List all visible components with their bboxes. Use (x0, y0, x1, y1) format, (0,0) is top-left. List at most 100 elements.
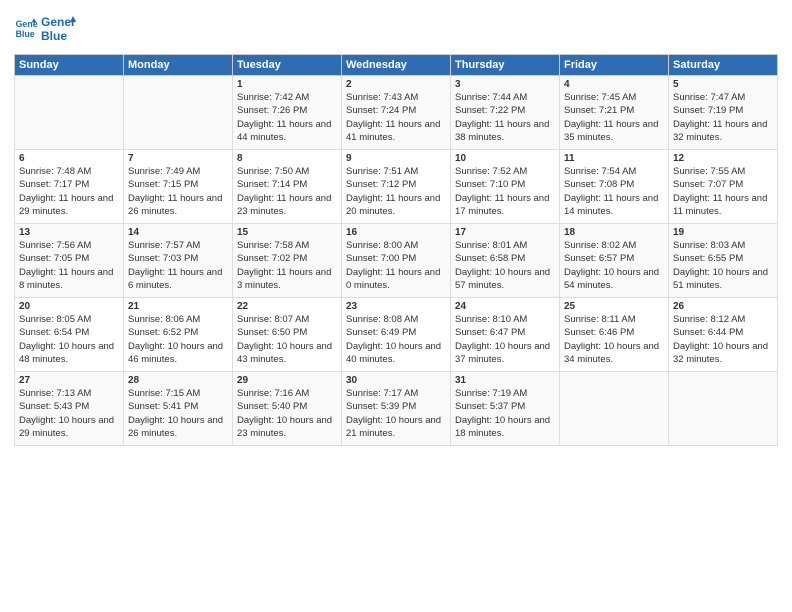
day-info: Sunrise: 8:06 AMSunset: 6:52 PMDaylight:… (128, 313, 228, 366)
day-number: 27 (19, 375, 119, 386)
calendar-cell: 13Sunrise: 7:56 AMSunset: 7:05 PMDayligh… (15, 224, 124, 298)
calendar-week-row: 1Sunrise: 7:42 AMSunset: 7:26 PMDaylight… (15, 76, 778, 150)
day-info: Sunrise: 8:10 AMSunset: 6:47 PMDaylight:… (455, 313, 555, 366)
day-info: Sunrise: 7:42 AMSunset: 7:26 PMDaylight:… (237, 91, 337, 144)
day-info: Sunrise: 7:45 AMSunset: 7:21 PMDaylight:… (564, 91, 664, 144)
calendar-cell: 25Sunrise: 8:11 AMSunset: 6:46 PMDayligh… (560, 298, 669, 372)
page: General Blue General Blue SundayMonday (0, 0, 792, 612)
day-number: 28 (128, 375, 228, 386)
calendar-cell: 26Sunrise: 8:12 AMSunset: 6:44 PMDayligh… (669, 298, 778, 372)
day-number: 4 (564, 79, 664, 90)
day-info: Sunrise: 7:15 AMSunset: 5:41 PMDaylight:… (128, 387, 228, 440)
calendar-cell: 1Sunrise: 7:42 AMSunset: 7:26 PMDaylight… (233, 76, 342, 150)
day-number: 31 (455, 375, 555, 386)
day-number: 29 (237, 375, 337, 386)
calendar-week-row: 13Sunrise: 7:56 AMSunset: 7:05 PMDayligh… (15, 224, 778, 298)
day-info: Sunrise: 7:55 AMSunset: 7:07 PMDaylight:… (673, 165, 773, 218)
day-number: 30 (346, 375, 446, 386)
day-info: Sunrise: 7:52 AMSunset: 7:10 PMDaylight:… (455, 165, 555, 218)
day-info: Sunrise: 7:58 AMSunset: 7:02 PMDaylight:… (237, 239, 337, 292)
day-info: Sunrise: 8:02 AMSunset: 6:57 PMDaylight:… (564, 239, 664, 292)
day-info: Sunrise: 7:43 AMSunset: 7:24 PMDaylight:… (346, 91, 446, 144)
day-number: 3 (455, 79, 555, 90)
day-number: 11 (564, 153, 664, 164)
day-info: Sunrise: 7:47 AMSunset: 7:19 PMDaylight:… (673, 91, 773, 144)
logo: General Blue General Blue (14, 10, 76, 46)
day-info: Sunrise: 8:07 AMSunset: 6:50 PMDaylight:… (237, 313, 337, 366)
day-header: Thursday (451, 55, 560, 76)
day-number: 9 (346, 153, 446, 164)
day-header: Sunday (15, 55, 124, 76)
day-number: 12 (673, 153, 773, 164)
calendar-cell: 5Sunrise: 7:47 AMSunset: 7:19 PMDaylight… (669, 76, 778, 150)
day-info: Sunrise: 7:50 AMSunset: 7:14 PMDaylight:… (237, 165, 337, 218)
day-info: Sunrise: 8:11 AMSunset: 6:46 PMDaylight:… (564, 313, 664, 366)
day-number: 15 (237, 227, 337, 238)
day-info: Sunrise: 8:12 AMSunset: 6:44 PMDaylight:… (673, 313, 773, 366)
calendar-week-row: 20Sunrise: 8:05 AMSunset: 6:54 PMDayligh… (15, 298, 778, 372)
day-info: Sunrise: 7:49 AMSunset: 7:15 PMDaylight:… (128, 165, 228, 218)
calendar-cell: 17Sunrise: 8:01 AMSunset: 6:58 PMDayligh… (451, 224, 560, 298)
day-info: Sunrise: 8:05 AMSunset: 6:54 PMDaylight:… (19, 313, 119, 366)
day-header: Monday (124, 55, 233, 76)
day-info: Sunrise: 7:17 AMSunset: 5:39 PMDaylight:… (346, 387, 446, 440)
calendar-cell (669, 372, 778, 446)
calendar-cell: 9Sunrise: 7:51 AMSunset: 7:12 PMDaylight… (342, 150, 451, 224)
calendar-cell: 14Sunrise: 7:57 AMSunset: 7:03 PMDayligh… (124, 224, 233, 298)
calendar-cell: 18Sunrise: 8:02 AMSunset: 6:57 PMDayligh… (560, 224, 669, 298)
day-info: Sunrise: 7:57 AMSunset: 7:03 PMDaylight:… (128, 239, 228, 292)
day-number: 8 (237, 153, 337, 164)
day-number: 1 (237, 79, 337, 90)
calendar-cell: 7Sunrise: 7:49 AMSunset: 7:15 PMDaylight… (124, 150, 233, 224)
day-info: Sunrise: 7:19 AMSunset: 5:37 PMDaylight:… (455, 387, 555, 440)
svg-text:Blue: Blue (41, 29, 67, 43)
day-number: 19 (673, 227, 773, 238)
calendar-cell: 16Sunrise: 8:00 AMSunset: 7:00 PMDayligh… (342, 224, 451, 298)
calendar-cell: 6Sunrise: 7:48 AMSunset: 7:17 PMDaylight… (15, 150, 124, 224)
day-info: Sunrise: 8:08 AMSunset: 6:49 PMDaylight:… (346, 313, 446, 366)
calendar-cell: 21Sunrise: 8:06 AMSunset: 6:52 PMDayligh… (124, 298, 233, 372)
calendar-cell: 30Sunrise: 7:17 AMSunset: 5:39 PMDayligh… (342, 372, 451, 446)
day-info: Sunrise: 7:51 AMSunset: 7:12 PMDaylight:… (346, 165, 446, 218)
calendar-cell: 28Sunrise: 7:15 AMSunset: 5:41 PMDayligh… (124, 372, 233, 446)
day-header: Saturday (669, 55, 778, 76)
day-number: 14 (128, 227, 228, 238)
day-info: Sunrise: 7:48 AMSunset: 7:17 PMDaylight:… (19, 165, 119, 218)
calendar-cell: 27Sunrise: 7:13 AMSunset: 5:43 PMDayligh… (15, 372, 124, 446)
calendar-table: SundayMondayTuesdayWednesdayThursdayFrid… (14, 54, 778, 446)
day-info: Sunrise: 8:03 AMSunset: 6:55 PMDaylight:… (673, 239, 773, 292)
day-header: Friday (560, 55, 669, 76)
day-number: 16 (346, 227, 446, 238)
svg-text:Blue: Blue (16, 29, 35, 39)
calendar-cell (560, 372, 669, 446)
calendar-cell: 23Sunrise: 8:08 AMSunset: 6:49 PMDayligh… (342, 298, 451, 372)
day-number: 17 (455, 227, 555, 238)
day-number: 6 (19, 153, 119, 164)
calendar-cell: 2Sunrise: 7:43 AMSunset: 7:24 PMDaylight… (342, 76, 451, 150)
day-info: Sunrise: 7:13 AMSunset: 5:43 PMDaylight:… (19, 387, 119, 440)
calendar-week-row: 27Sunrise: 7:13 AMSunset: 5:43 PMDayligh… (15, 372, 778, 446)
day-info: Sunrise: 7:16 AMSunset: 5:40 PMDaylight:… (237, 387, 337, 440)
calendar-cell: 24Sunrise: 8:10 AMSunset: 6:47 PMDayligh… (451, 298, 560, 372)
calendar-cell: 15Sunrise: 7:58 AMSunset: 7:02 PMDayligh… (233, 224, 342, 298)
day-number: 25 (564, 301, 664, 312)
calendar-cell: 4Sunrise: 7:45 AMSunset: 7:21 PMDaylight… (560, 76, 669, 150)
day-number: 22 (237, 301, 337, 312)
day-info: Sunrise: 7:44 AMSunset: 7:22 PMDaylight:… (455, 91, 555, 144)
calendar-cell: 20Sunrise: 8:05 AMSunset: 6:54 PMDayligh… (15, 298, 124, 372)
day-number: 13 (19, 227, 119, 238)
day-info: Sunrise: 8:00 AMSunset: 7:00 PMDaylight:… (346, 239, 446, 292)
day-number: 23 (346, 301, 446, 312)
day-info: Sunrise: 7:56 AMSunset: 7:05 PMDaylight:… (19, 239, 119, 292)
calendar-cell (124, 76, 233, 150)
day-number: 26 (673, 301, 773, 312)
day-header: Wednesday (342, 55, 451, 76)
day-number: 10 (455, 153, 555, 164)
calendar-cell: 10Sunrise: 7:52 AMSunset: 7:10 PMDayligh… (451, 150, 560, 224)
day-number: 7 (128, 153, 228, 164)
calendar-week-row: 6Sunrise: 7:48 AMSunset: 7:17 PMDaylight… (15, 150, 778, 224)
calendar-cell (15, 76, 124, 150)
calendar-cell: 12Sunrise: 7:55 AMSunset: 7:07 PMDayligh… (669, 150, 778, 224)
day-number: 18 (564, 227, 664, 238)
header: General Blue General Blue (14, 10, 778, 46)
